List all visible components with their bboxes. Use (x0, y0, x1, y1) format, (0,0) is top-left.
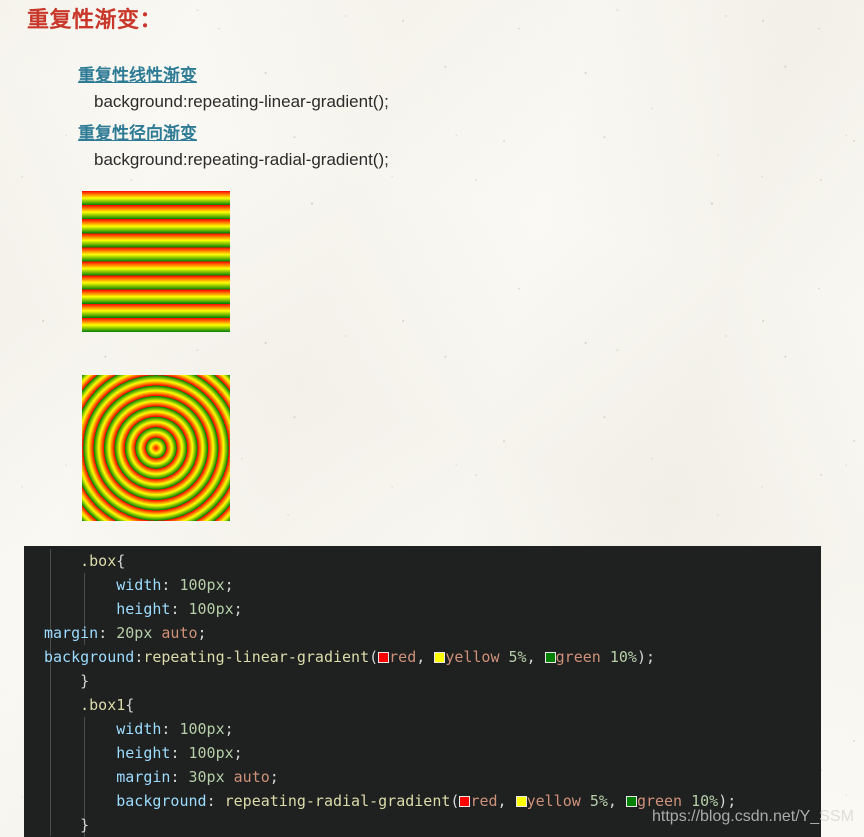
code-token: margin (44, 624, 99, 642)
code-line: width: 100px; (24, 717, 821, 741)
code-token: ); (636, 648, 655, 666)
code-token: yellow (445, 648, 500, 666)
code-token: , (526, 648, 536, 666)
code-token: { (116, 552, 126, 570)
code-token: repeating-radial-gradient (224, 792, 451, 810)
code-line: margin: 30px auto; (24, 765, 821, 789)
code-token: red (389, 648, 417, 666)
code-token: width (116, 720, 162, 738)
code-token: ; (269, 768, 279, 786)
repeating-radial-gradient-demo (82, 375, 230, 521)
code-token: : (206, 792, 216, 810)
code-token: red (470, 792, 498, 810)
repeating-linear-gradient-demo (82, 191, 230, 332)
code-token: : (98, 624, 108, 642)
code-line: width: 100px; (24, 573, 821, 597)
code-token: , (416, 648, 426, 666)
code-token: 100px (188, 744, 234, 762)
page-content: 重复性渐变： 重复性线性渐变 background:repeating-line… (0, 0, 864, 837)
code-token: margin (116, 768, 171, 786)
code-token: 100px (179, 576, 225, 594)
code-line: .box{ (24, 549, 821, 573)
code-rows: .box{ width: 100px; height: 100px; margin… (24, 546, 821, 837)
code-token: , (497, 792, 507, 810)
code-token: background (116, 792, 207, 810)
code-token: ; (224, 720, 234, 738)
color-swatch (434, 652, 446, 663)
code-text-repeating-linear-gradient: background:repeating-linear-gradient(); (94, 92, 389, 111)
code-token: auto (161, 624, 198, 642)
color-swatch (544, 652, 556, 663)
code-token: ; (233, 600, 243, 618)
code-token: ; (233, 744, 243, 762)
code-block[interactable]: .box{ width: 100px; height: 100px; margin… (24, 546, 821, 837)
code-token: : (134, 648, 144, 666)
code-token: height (116, 600, 171, 618)
code-token: green (555, 648, 601, 666)
code-text-repeating-radial-gradient: background:repeating-radial-gradient(); (94, 150, 389, 169)
page-title: 重复性渐变： (27, 7, 163, 32)
code-token: .box1 (80, 696, 126, 714)
code-token: background (44, 648, 135, 666)
code-token: } (80, 672, 90, 690)
code-token: ; (197, 624, 207, 642)
code-token: height (116, 744, 171, 762)
code-token: ( (369, 648, 379, 666)
code-token: } (80, 816, 90, 834)
code-token: 10% (609, 648, 637, 666)
code-line: background:repeating-linear-gradient( red… (24, 645, 821, 669)
code-token: 20px (116, 624, 153, 642)
link-repeating-radial-gradient[interactable]: 重复性径向渐变 (78, 119, 197, 144)
code-token: auto (233, 768, 270, 786)
code-token: 100px (188, 600, 234, 618)
code-token: ( (450, 792, 460, 810)
code-token: , (607, 792, 617, 810)
code-token: 100px (179, 720, 225, 738)
code-token: .box (80, 552, 117, 570)
watermark: https://blog.csdn.net/Y_SSM (652, 808, 854, 826)
code-token: { (125, 696, 135, 714)
color-swatch (625, 796, 637, 807)
code-token: 30px (188, 768, 225, 786)
watermark-suffix: SSM (819, 808, 854, 825)
code-line: height: 100px; (24, 597, 821, 621)
color-swatch (515, 796, 527, 807)
code-token: repeating-linear-gradient (143, 648, 370, 666)
code-line: } (24, 669, 821, 693)
code-line: height: 100px; (24, 741, 821, 765)
code-token: 5% (589, 792, 608, 810)
color-swatch (459, 796, 471, 807)
code-token: yellow (526, 792, 581, 810)
code-token: width (116, 576, 162, 594)
code-token: 5% (508, 648, 527, 666)
code-line: margin: 20px auto; (24, 621, 821, 645)
color-swatch (378, 652, 390, 663)
watermark-url: https://blog.csdn.net/Y_ (652, 808, 820, 825)
link-repeating-linear-gradient[interactable]: 重复性线性渐变 (78, 61, 197, 86)
code-token: ; (224, 576, 234, 594)
code-line: .box1{ (24, 693, 821, 717)
